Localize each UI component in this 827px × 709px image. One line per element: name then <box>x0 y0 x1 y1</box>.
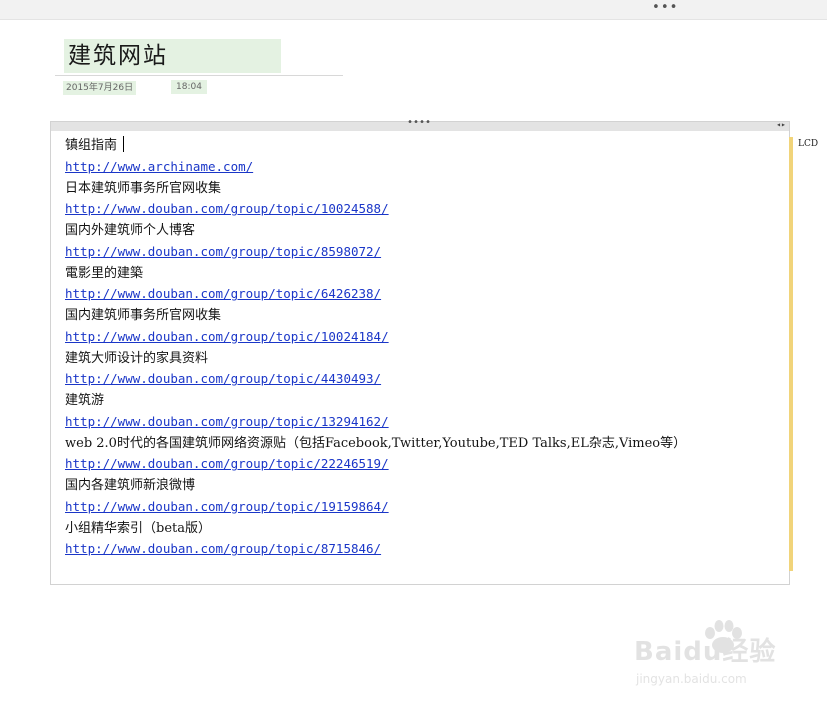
note-link[interactable]: http://www.douban.com/group/topic/871584… <box>65 541 381 556</box>
note-drag-handle[interactable]: •••• ◂▸ <box>51 118 789 131</box>
page-date: 2015年7月26日 <box>63 81 137 95</box>
note-link-line[interactable]: http://www.douban.com/group/topic/859807… <box>65 242 771 264</box>
title-divider <box>55 75 343 76</box>
note-link[interactable]: http://www.douban.com/group/topic/100241… <box>65 329 389 344</box>
note-link[interactable]: http://www.douban.com/group/topic/100245… <box>65 201 389 216</box>
note-link[interactable]: http://www.douban.com/group/topic/443049… <box>65 371 381 386</box>
side-label: LCD <box>798 139 819 149</box>
note-text-line: 镇组指南 <box>65 136 771 157</box>
note-link[interactable]: http://www.archiname.com/ <box>65 159 253 174</box>
note-link-line[interactable]: http://www.douban.com/group/topic/222465… <box>65 454 771 476</box>
note-link[interactable]: http://www.douban.com/group/topic/642623… <box>65 286 381 301</box>
note-text-line: 国内建筑师事务所官网收集 <box>65 306 771 327</box>
note-text[interactable]: 国内建筑师事务所官网收集 <box>65 308 221 323</box>
note-text[interactable]: web 2.0时代的各国建筑师网络资源贴（包括Facebook,Twitter,… <box>65 436 686 451</box>
top-toolbar: ••• <box>0 0 827 20</box>
note-link-line[interactable]: http://www.douban.com/group/topic/132941… <box>65 412 771 434</box>
note-text[interactable]: 国内外建筑师个人博客 <box>65 223 195 238</box>
note-link-line[interactable]: http://www.archiname.com/ <box>65 157 771 179</box>
note-link-line[interactable]: http://www.douban.com/group/topic/642623… <box>65 284 771 306</box>
watermark-site: jingyan.baidu.com <box>636 672 747 686</box>
note-link-line[interactable]: http://www.douban.com/group/topic/100241… <box>65 327 771 349</box>
note-link-line[interactable]: http://www.douban.com/group/topic/191598… <box>65 497 771 519</box>
note-text[interactable]: 電影里的建築 <box>65 266 143 281</box>
note-text[interactable]: 日本建筑师事务所官网收集 <box>65 181 221 196</box>
text-cursor <box>123 136 125 152</box>
note-text-line: 小组精华索引（beta版） <box>65 519 771 540</box>
note-text-line: web 2.0时代的各国建筑师网络资源贴（包括Facebook,Twitter,… <box>65 434 771 455</box>
note-text-line: 建筑游 <box>65 391 771 412</box>
note-text-line: 建筑大师设计的家具资料 <box>65 349 771 370</box>
note-text[interactable]: 镇组指南 <box>65 138 117 153</box>
note-text[interactable]: 小组精华索引（beta版） <box>65 521 211 536</box>
resize-arrows-icon[interactable]: ◂▸ <box>774 120 788 130</box>
note-container[interactable]: •••• ◂▸ 镇组指南 http://www.archiname.com/日本建… <box>50 118 790 585</box>
note-text-line: 国内外建筑师个人博客 <box>65 221 771 242</box>
note-text-line: 日本建筑师事务所官网收集 <box>65 179 771 200</box>
note-link-line[interactable]: http://www.douban.com/group/topic/100245… <box>65 199 771 221</box>
note-text[interactable]: 建筑游 <box>65 393 104 408</box>
note-link[interactable]: http://www.douban.com/group/topic/859807… <box>65 244 381 259</box>
selection-bar <box>789 137 793 571</box>
more-options-button[interactable]: ••• <box>652 1 677 17</box>
watermark-brand: Baidu经验 <box>634 637 777 667</box>
watermark: Baidu经验 jingyan.baidu.com <box>634 619 794 691</box>
note-text[interactable]: 建筑大师设计的家具资料 <box>65 351 208 366</box>
note-text-line: 国内各建筑师新浪微博 <box>65 476 771 497</box>
note-text[interactable]: 国内各建筑师新浪微博 <box>65 478 195 493</box>
note-link-line[interactable]: http://www.douban.com/group/topic/443049… <box>65 369 771 391</box>
page-time: 18:04 <box>171 80 207 94</box>
note-content[interactable]: 镇组指南 http://www.archiname.com/日本建筑师事务所官网收… <box>65 136 771 561</box>
note-link[interactable]: http://www.douban.com/group/topic/222465… <box>65 456 389 471</box>
drag-dots-icon[interactable]: •••• <box>407 118 431 128</box>
note-link[interactable]: http://www.douban.com/group/topic/132941… <box>65 414 389 429</box>
note-link[interactable]: http://www.douban.com/group/topic/191598… <box>65 499 389 514</box>
note-text-line: 電影里的建築 <box>65 264 771 285</box>
note-link-line[interactable]: http://www.douban.com/group/topic/871584… <box>65 539 771 561</box>
page-title[interactable]: 建筑网站 <box>68 41 168 71</box>
